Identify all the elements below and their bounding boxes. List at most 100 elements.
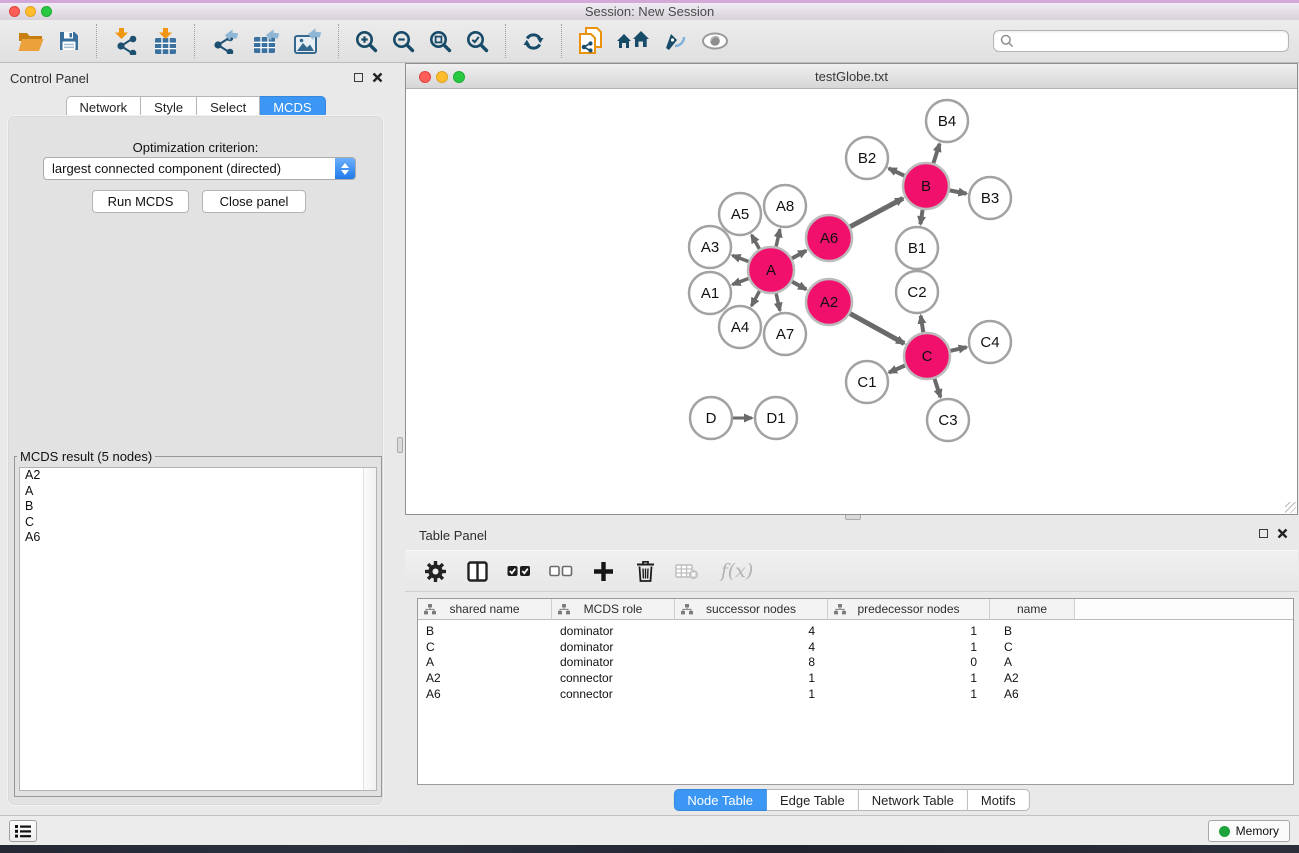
- annotation-mode-button[interactable]: [656, 23, 694, 59]
- node-A[interactable]: A: [748, 247, 794, 293]
- edge-A-A6[interactable]: [792, 251, 806, 259]
- node-B1[interactable]: B1: [896, 227, 938, 269]
- mcds-result-item[interactable]: C: [20, 515, 376, 531]
- node-A7[interactable]: A7: [764, 313, 806, 355]
- destroy-table-button[interactable]: [675, 558, 699, 584]
- node-B[interactable]: B: [903, 163, 949, 209]
- new-network-from-selection-button[interactable]: [571, 23, 610, 59]
- close-panel-button[interactable]: Close panel: [202, 190, 306, 213]
- open-session-button[interactable]: [10, 23, 51, 59]
- node-C4[interactable]: C4: [969, 321, 1011, 363]
- panel-divider-grip[interactable]: [397, 437, 403, 453]
- node-A4[interactable]: A4: [719, 306, 761, 348]
- edge-A-A4[interactable]: [752, 291, 760, 306]
- edge-B-B2[interactable]: [889, 168, 905, 175]
- node-B4[interactable]: B4: [926, 100, 968, 142]
- node-D[interactable]: D: [690, 397, 732, 439]
- mcds-result-item[interactable]: A6: [20, 530, 376, 546]
- add-column-button[interactable]: [591, 558, 615, 584]
- float-panel-icon[interactable]: [1259, 529, 1268, 538]
- edge-A-A8[interactable]: [776, 229, 780, 246]
- tab-mcds[interactable]: MCDS: [260, 96, 325, 118]
- save-session-button[interactable]: [51, 23, 87, 59]
- node-C2[interactable]: C2: [896, 271, 938, 313]
- tab-select[interactable]: Select: [197, 96, 260, 118]
- edge-C-C3[interactable]: [935, 379, 941, 397]
- node-A6[interactable]: A6: [806, 215, 852, 261]
- table-row[interactable]: Bdominator41B: [418, 623, 1293, 639]
- table-options-button[interactable]: [423, 558, 447, 584]
- edge-C-C4[interactable]: [950, 347, 966, 351]
- edge-C-C2[interactable]: [921, 316, 924, 333]
- tab-style[interactable]: Style: [141, 96, 197, 118]
- float-panel-icon[interactable]: [354, 73, 363, 82]
- column-header-predecessor-nodes[interactable]: predecessor nodes: [828, 599, 990, 620]
- node-A1[interactable]: A1: [689, 272, 731, 314]
- export-image-button[interactable]: [287, 23, 329, 59]
- edge-C-C1[interactable]: [889, 366, 905, 373]
- import-network-button[interactable]: [106, 23, 147, 59]
- edge-A-A3[interactable]: [733, 256, 749, 262]
- column-header-MCDS-role[interactable]: MCDS role: [552, 599, 675, 620]
- node-D1[interactable]: D1: [755, 397, 797, 439]
- edge-A-A7[interactable]: [776, 293, 780, 310]
- zoom-out-button[interactable]: [385, 23, 422, 59]
- node-C3[interactable]: C3: [927, 399, 969, 441]
- export-table-button[interactable]: [246, 23, 287, 59]
- node-A2[interactable]: A2: [806, 279, 852, 325]
- tab-edge-table[interactable]: Edge Table: [767, 789, 859, 811]
- node-A5[interactable]: A5: [719, 193, 761, 235]
- refresh-view-button[interactable]: [515, 23, 552, 59]
- node-A8[interactable]: A8: [764, 185, 806, 227]
- table-row[interactable]: Adominator80A: [418, 655, 1293, 671]
- close-panel-icon[interactable]: [1277, 528, 1288, 539]
- function-builder-button[interactable]: f(x): [717, 558, 757, 584]
- edge-A-A5[interactable]: [752, 235, 760, 249]
- window-resize-grip[interactable]: [1285, 502, 1296, 513]
- edge-A-A1[interactable]: [733, 279, 749, 285]
- edge-B-B1[interactable]: [920, 210, 922, 224]
- node-B3[interactable]: B3: [969, 177, 1011, 219]
- open-cybrowser-button[interactable]: [610, 23, 656, 59]
- select-all-button[interactable]: [507, 558, 531, 584]
- column-header-shared-name[interactable]: shared name: [418, 599, 552, 620]
- show-hide-graphics-details-button[interactable]: [694, 23, 736, 59]
- mcds-result-item[interactable]: A2: [20, 468, 376, 484]
- tab-network[interactable]: Network: [65, 96, 141, 118]
- zoom-selected-button[interactable]: [459, 23, 496, 59]
- show-panels-button[interactable]: [9, 820, 37, 842]
- delete-column-button[interactable]: [633, 558, 657, 584]
- table-row[interactable]: A2connector11A2: [418, 670, 1293, 686]
- criterion-dropdown[interactable]: largest connected component (directed): [43, 157, 356, 180]
- scrollbar-track[interactable]: [363, 468, 376, 790]
- export-network-button[interactable]: [204, 23, 246, 59]
- edge-B-B3[interactable]: [950, 190, 967, 193]
- node-C[interactable]: C: [904, 333, 950, 379]
- edge-A2-C[interactable]: [850, 314, 904, 344]
- import-table-button[interactable]: [147, 23, 185, 59]
- column-header-successor-nodes[interactable]: successor nodes: [675, 599, 828, 620]
- table-row[interactable]: Cdominator41C: [418, 639, 1293, 655]
- edge-A6-B[interactable]: [850, 198, 903, 226]
- mcds-result-list[interactable]: A2ABCA6: [19, 467, 377, 791]
- mcds-result-item[interactable]: B: [20, 499, 376, 515]
- node-A3[interactable]: A3: [689, 226, 731, 268]
- zoom-fit-button[interactable]: [422, 23, 459, 59]
- network-canvas[interactable]: AA1A2A3A4A5A6A7A8BB1B2B3B4CC1C2C3C4DD1: [406, 89, 1297, 514]
- deselect-all-button[interactable]: [549, 558, 573, 584]
- search-field[interactable]: [993, 30, 1289, 52]
- edge-A-A2[interactable]: [792, 282, 806, 290]
- show-column-button[interactable]: [465, 558, 489, 584]
- mcds-result-item[interactable]: A: [20, 484, 376, 500]
- node-C1[interactable]: C1: [846, 361, 888, 403]
- tab-network-table[interactable]: Network Table: [859, 789, 968, 811]
- run-mcds-button[interactable]: Run MCDS: [92, 190, 189, 213]
- tab-motifs[interactable]: Motifs: [968, 789, 1030, 811]
- memory-button[interactable]: Memory: [1208, 820, 1290, 842]
- search-input[interactable]: [1018, 32, 1282, 50]
- close-panel-icon[interactable]: [372, 72, 383, 83]
- edge-B-B4[interactable]: [933, 144, 939, 163]
- table-row[interactable]: A6connector11A6: [418, 686, 1293, 702]
- zoom-in-button[interactable]: [348, 23, 385, 59]
- column-header-name[interactable]: name: [990, 599, 1075, 620]
